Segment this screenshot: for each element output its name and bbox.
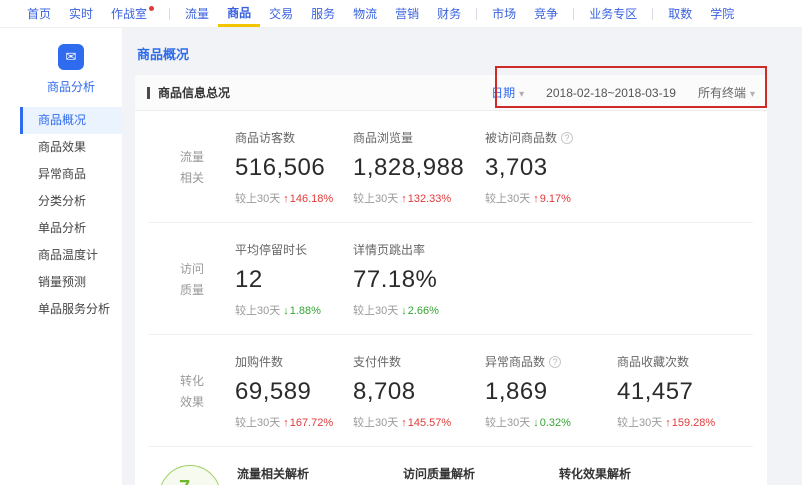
metric-value: 1,828,988 [353, 156, 485, 180]
chevron-down-icon: ▾ [750, 89, 755, 100]
arrow-up-icon: ↑ [401, 417, 407, 429]
nav-item-products[interactable]: 商品 [218, 0, 260, 27]
sidebar-item-product-overview[interactable]: 商品概况 [20, 107, 122, 134]
terminal-dropdown[interactable]: 所有终端 ▾ [698, 84, 755, 101]
metric-value: 77.18% [353, 268, 485, 292]
overview-panel: 商品信息总况 日期 ▾ 2018-02-18~2018-03-19 所有终端 ▾ 流… [135, 75, 767, 485]
metric-avg-stay-duration: 平均停留时长 12 较上30天↓1.88% [235, 241, 353, 318]
mail-icon: ✉ [58, 44, 84, 70]
data-insight-badge: 7天 数据解读 [159, 465, 221, 485]
top-nav: 首页 实时 作战室 流量 商品 交易 服务 物流 营销 财务 市场 竞争 业务专… [0, 0, 802, 28]
nav-item-marketing[interactable]: 营销 [386, 0, 428, 27]
nav-item-label: 作战室 [111, 5, 147, 22]
nav-divider [476, 8, 477, 20]
arrow-up-icon: ↑ [401, 193, 407, 205]
metric-value: 12 [235, 268, 353, 292]
nav-item-realtime[interactable]: 实时 [60, 0, 102, 27]
main-content: 商品概况 商品信息总况 日期 ▾ 2018-02-18~2018-03-19 所有… [122, 28, 802, 485]
metric-abnormal-products: 异常商品数? 1,869 较上30天↓0.32% [485, 353, 617, 430]
page-title: 商品概况 [137, 44, 767, 63]
arrow-down-icon: ↓ [533, 417, 539, 429]
insight-conversion-analysis: 转化效果解析 加购转化率表现还不错，但支付转化率低于同行平均，赶快到营销商品里查… [559, 465, 751, 485]
nav-item-trade[interactable]: 交易 [260, 0, 302, 27]
sidebar-item-single-product-analysis[interactable]: 单品分析 [20, 215, 122, 242]
new-badge-icon [149, 6, 154, 11]
date-type-label: 日期 [491, 86, 515, 100]
metric-product-views: 商品浏览量 1,828,988 较上30天↑132.33% [353, 129, 485, 206]
nav-item-finance[interactable]: 财务 [428, 0, 470, 27]
sidebar-item-product-effect[interactable]: 商品效果 [20, 134, 122, 161]
panel-header: 商品信息总况 日期 ▾ 2018-02-18~2018-03-19 所有终端 ▾ [135, 75, 767, 111]
nav-item-warroom[interactable]: 作战室 [102, 0, 163, 27]
terminal-label: 所有终端 [698, 86, 746, 100]
metric-cart-adds: 加购件数 69,589 较上30天↑167.72% [235, 353, 353, 430]
metric-value: 41,457 [617, 380, 749, 404]
metric-favorites: 商品收藏次数 41,457 较上30天↑159.28% [617, 353, 749, 430]
nav-item-business-zone[interactable]: 业务专区 [580, 0, 646, 27]
insight-visit-quality-analysis: 访问质量解析 商品浏览量近30天提升较多，但平均停留时长低于同行平均，建议优化详… [403, 465, 543, 485]
group-label-traffic: 流量相关 [149, 129, 235, 206]
metric-row-traffic: 流量相关 商品访客数 516,506 较上30天↑146.18% 商品浏览量 1… [149, 111, 753, 223]
filter-bar: 日期 ▾ 2018-02-18~2018-03-19 所有终端 ▾ [491, 84, 755, 101]
arrow-up-icon: ↑ [665, 417, 671, 429]
nav-divider [573, 8, 574, 20]
nav-item-data-fetch[interactable]: 取数 [659, 0, 701, 27]
sidebar-item-sales-forecast[interactable]: 销量预测 [20, 269, 122, 296]
nav-item-logistics[interactable]: 物流 [344, 0, 386, 27]
nav-divider [169, 8, 170, 20]
sidebar-menu: 商品概况 商品效果 异常商品 分类分析 单品分析 商品温度计 销量预测 单品服务… [20, 107, 122, 323]
panel-body: 流量相关 商品访客数 516,506 较上30天↑146.18% 商品浏览量 1… [135, 111, 767, 485]
metric-product-visitors: 商品访客数 516,506 较上30天↑146.18% [235, 129, 353, 206]
sidebar-item-category-analysis[interactable]: 分类分析 [20, 188, 122, 215]
arrow-down-icon: ↓ [401, 305, 407, 317]
metric-row-conversion: 转化效果 加购件数 69,589 较上30天↑167.72% 支付件数 8,70… [149, 335, 753, 447]
date-range-picker[interactable]: 2018-02-18~2018-03-19 [546, 86, 676, 100]
arrow-up-icon: ↑ [283, 193, 289, 205]
insight-traffic-analysis: 流量相关解析 虽然商品详情页日均跳出率比同行平均好，但平均停留时间低于同行平均，… [237, 465, 387, 485]
chevron-down-icon: ▾ [519, 89, 524, 100]
nav-item-traffic[interactable]: 流量 [176, 0, 218, 27]
group-label-conversion: 转化效果 [149, 353, 235, 430]
arrow-down-icon: ↓ [283, 305, 289, 317]
sidebar-section-title: 商品分析 [20, 78, 122, 95]
nav-item-market[interactable]: 市场 [483, 0, 525, 27]
sidebar: ✉ 商品分析 商品概况 商品效果 异常商品 分类分析 单品分析 商品温度计 销量… [0, 28, 122, 485]
sidebar-item-abnormal-products[interactable]: 异常商品 [20, 161, 122, 188]
nav-divider [652, 8, 653, 20]
sidebar-item-single-product-service[interactable]: 单品服务分析 [20, 296, 122, 323]
nav-item-home[interactable]: 首页 [18, 0, 60, 27]
metric-row-visit-quality: 访问质量 平均停留时长 12 较上30天↓1.88% 详情页跳出率 77.18%… [149, 223, 753, 335]
help-icon[interactable]: ? [561, 132, 573, 144]
nav-item-competition[interactable]: 竞争 [525, 0, 567, 27]
metric-value: 3,703 [485, 156, 617, 180]
nav-item-academy[interactable]: 学院 [701, 0, 743, 27]
metric-visited-products: 被访问商品数? 3,703 较上30天↑9.17% [485, 129, 617, 206]
metric-value: 1,869 [485, 380, 617, 404]
header-accent-bar [147, 87, 150, 99]
metric-detail-bounce-rate: 详情页跳出率 77.18% 较上30天↓2.66% [353, 241, 485, 318]
insights-section: 7天 数据解读 流量相关解析 虽然商品详情页日均跳出率比同行平均好，但平均停留时… [149, 447, 753, 485]
date-type-dropdown[interactable]: 日期 ▾ [491, 84, 524, 101]
panel-title: 商品信息总况 [158, 84, 230, 101]
metric-value: 8,708 [353, 380, 485, 404]
metric-paid-items: 支付件数 8,708 较上30天↑145.57% [353, 353, 485, 430]
sidebar-item-product-thermometer[interactable]: 商品温度计 [20, 242, 122, 269]
mail-glyph: ✉ [66, 49, 77, 64]
nav-item-service[interactable]: 服务 [302, 0, 344, 27]
sidebar-section-header: ✉ 商品分析 [20, 28, 122, 107]
metric-value: 516,506 [235, 156, 353, 180]
group-label-visit-quality: 访问质量 [149, 241, 235, 318]
arrow-up-icon: ↑ [283, 417, 289, 429]
metric-value: 69,589 [235, 380, 353, 404]
arrow-up-icon: ↑ [533, 193, 539, 205]
help-icon[interactable]: ? [549, 356, 561, 368]
